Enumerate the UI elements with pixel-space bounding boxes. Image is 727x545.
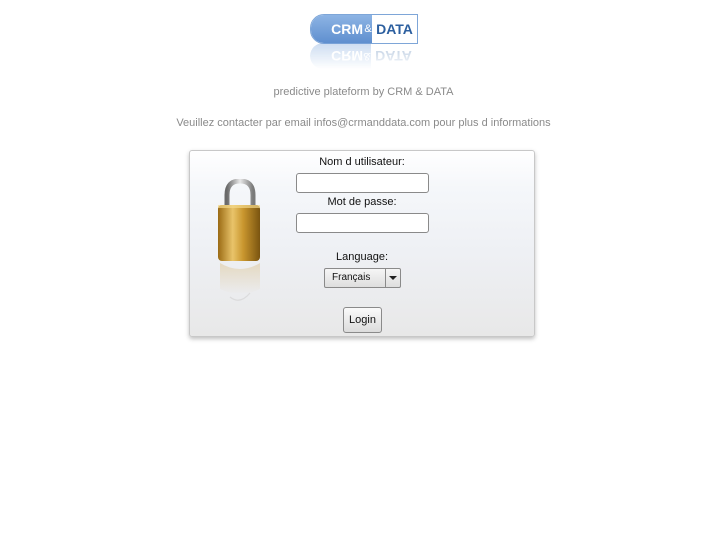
logo-reflection-crm: CRM	[310, 43, 363, 69]
logo-reflection: CRM & DATA	[310, 43, 416, 69]
tagline: predictive plateform by CRM & DATA	[273, 86, 454, 98]
username-label: Nom d utilisateur:	[319, 156, 405, 168]
chevron-down-icon[interactable]	[385, 269, 400, 287]
logo-reflection-amp: &	[363, 43, 371, 69]
language-label: Language:	[336, 251, 388, 263]
logo-main: CRM & DATA	[310, 14, 418, 44]
logo-data-text: DATA	[372, 15, 417, 43]
logo-crm-text: CRM	[311, 15, 364, 43]
login-panel: Nom d utilisateur: Mot de passe: Languag…	[189, 150, 535, 337]
logo-reflection-data: DATA	[375, 48, 412, 64]
language-selected-value: Français	[332, 272, 371, 283]
login-page: CRM & DATA CRM & DATA predictive platefo…	[0, 0, 727, 545]
username-input[interactable]	[296, 173, 429, 193]
logo-amp-text: &	[364, 15, 372, 43]
brand-logo: CRM & DATA CRM & DATA	[310, 14, 418, 69]
password-label: Mot de passe:	[327, 196, 397, 208]
contact-notice: Veuillez contacter par email infos@crman…	[176, 117, 551, 129]
login-button[interactable]: Login	[343, 307, 382, 333]
language-select[interactable]: Français	[324, 268, 401, 288]
password-input[interactable]	[296, 213, 429, 233]
